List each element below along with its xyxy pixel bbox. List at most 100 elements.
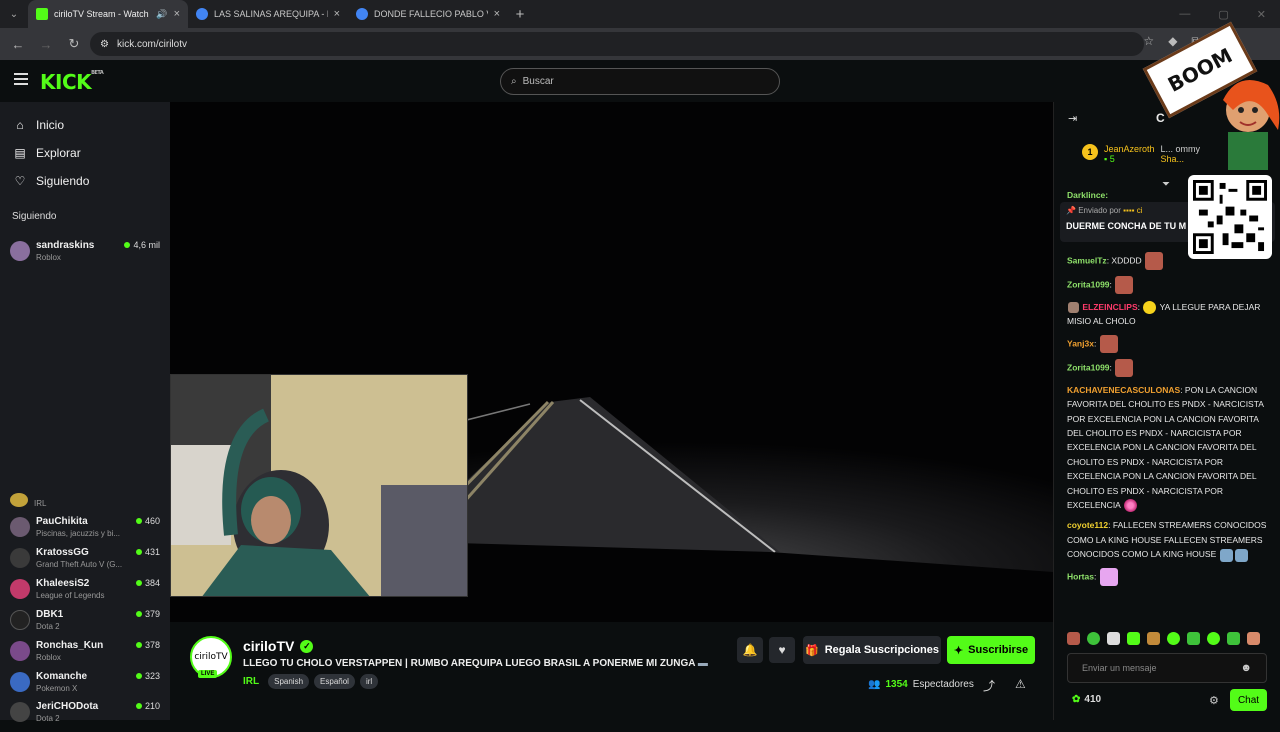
emote-icon[interactable] — [1107, 632, 1120, 645]
chat-username[interactable]: Zorita1099 — [1067, 362, 1110, 372]
extension-diamond-icon[interactable]: ◆ — [1168, 34, 1177, 49]
leader-entry[interactable]: JeanAzeroth ▪ 5 — [1104, 144, 1155, 164]
streamer-name-text: ciriloTV — [243, 638, 295, 654]
quick-emote-bar — [1067, 632, 1260, 645]
streamer-name[interactable]: ciriloTV ✓ — [243, 638, 314, 654]
sidebar-item-explorar[interactable]: ▤ Explorar — [0, 139, 170, 167]
forward-arrow-icon[interactable]: → — [34, 32, 58, 56]
emote-icon[interactable] — [1067, 632, 1080, 645]
live-dot-icon — [135, 703, 142, 709]
collapse-chat-icon[interactable]: ⇥ — [1068, 112, 1077, 125]
share-icon[interactable]: ⤴ — [983, 677, 995, 694]
chat-username[interactable]: KACHAVENECASCULONAS — [1067, 385, 1180, 395]
kick-logo[interactable]: KICKBETA — [40, 70, 104, 94]
chat-username[interactable]: Yanj3x — [1067, 338, 1094, 348]
emoji-picker-icon[interactable]: ☻ — [1240, 662, 1252, 674]
channel-category: Piscinas, jacuzzis y bi... — [36, 529, 121, 538]
minimize-icon[interactable]: — — [1179, 8, 1190, 21]
follow-heart-button[interactable]: ♥ — [769, 637, 795, 663]
browser-tab-1[interactable]: ciriloTV Stream - Watch Live 🔊 × — [28, 0, 188, 28]
sidebar-channel[interactable]: sandraskins Roblox 4,6 mil — [0, 240, 170, 271]
maximize-icon[interactable]: ▢ — [1218, 8, 1228, 21]
stream-tags: IRL Spanish Español irl — [243, 674, 379, 689]
chat-username[interactable]: ELZEINCLIPS — [1082, 302, 1137, 312]
sidebar-channel[interactable]: DBK1 Dota 2 379 — [0, 609, 170, 640]
browser-tab-3[interactable]: DONDE FALLECIO PABLO VERGARA × — [348, 0, 508, 28]
emote-icon — [1123, 499, 1137, 513]
channel-points[interactable]: ✿ 410 — [1072, 694, 1101, 705]
sidebar-channel[interactable]: KhaleesiS2 League of Legends 384 — [0, 578, 170, 609]
sidebar-channel[interactable]: Komanche Pokemon X 323 — [0, 671, 170, 702]
emote-icon[interactable] — [1087, 632, 1100, 645]
subscribe-button[interactable]: ✦ Suscribirse — [947, 636, 1035, 664]
emote-icon — [1145, 252, 1164, 270]
sidebar-channel[interactable]: KratossGG Grand Theft Auto V (G... 431 — [0, 547, 170, 578]
emote-icon — [1099, 334, 1118, 353]
emote-icon[interactable] — [1227, 632, 1240, 645]
sidebar-item-inicio[interactable]: ⌂ Inicio — [0, 111, 170, 139]
sidebar-channel[interactable]: JeriCHODota Dota 2 210 — [0, 701, 170, 732]
speaker-icon[interactable]: 🔊 — [156, 9, 167, 20]
tab-close-icon[interactable]: × — [174, 8, 180, 20]
emote-icon[interactable] — [1187, 632, 1200, 645]
sidebar-item-siguiendo[interactable]: ♡ Siguiendo — [0, 167, 170, 195]
avatar — [10, 517, 30, 537]
chat-username[interactable]: Hortas — [1067, 571, 1094, 581]
kick-favicon-icon — [36, 8, 48, 20]
avatar-text: ciriloTV — [194, 652, 228, 662]
emote-icon[interactable] — [1127, 632, 1140, 645]
address-bar[interactable]: ⚙ kick.com/cirilotv — [90, 32, 1144, 56]
chat-username[interactable]: SamuelTz — [1067, 255, 1107, 265]
chat-username[interactable]: Zorita1099 — [1067, 279, 1110, 289]
tag-irl[interactable]: irl — [359, 674, 379, 689]
search-input[interactable]: ⌕ Buscar — [500, 68, 780, 95]
browser-tab-bar: ⌄ ciriloTV Stream - Watch Live 🔊 × LAS S… — [0, 0, 1280, 28]
chat-message: Yanj3x: — [1067, 334, 1272, 353]
channel-name: sandraskins — [36, 240, 95, 251]
chat-settings-gear-icon[interactable]: ⚙ — [1209, 694, 1219, 707]
chat-message: KACHAVENECASCULONAS: PON LA CANCION FAVO… — [1067, 383, 1272, 513]
points-value: 410 — [1084, 694, 1102, 705]
gift-subs-button[interactable]: 🎁 Regala Suscripciones — [803, 636, 941, 664]
menu-hamburger-icon[interactable] — [14, 73, 28, 85]
reload-icon[interactable]: ↻ — [62, 32, 86, 56]
qr-code-overlay — [1188, 175, 1272, 259]
new-tab-button[interactable]: + — [508, 6, 532, 23]
emote-icon[interactable] — [1147, 632, 1160, 645]
tab-title: ciriloTV Stream - Watch Live — [54, 9, 150, 19]
browser-tab-2[interactable]: LAS SALINAS AREQUIPA - Buscar × — [188, 0, 348, 28]
emote-icon[interactable] — [1167, 632, 1180, 645]
tag-espanol[interactable]: Español — [314, 674, 355, 689]
tag-spanish[interactable]: Spanish — [268, 674, 310, 689]
site-settings-icon[interactable]: ⚙ — [100, 39, 109, 50]
emote-icon — [1115, 358, 1134, 377]
rank-badge: 1 — [1082, 144, 1098, 160]
notification-bell-button[interactable]: 🔔 — [737, 637, 763, 663]
tab-close-icon[interactable]: × — [334, 8, 340, 20]
chat-username[interactable]: coyote112 — [1067, 520, 1108, 530]
chat-messages: SamuelTz: XDDDD Zorita1099: ELZEINCLIPS:… — [1067, 252, 1272, 592]
back-arrow-icon[interactable]: ← — [6, 32, 30, 56]
leader-entry[interactable]: L... ommy Sha... — [1161, 144, 1201, 164]
chat-filter-icon[interactable]: ⏷ — [1162, 179, 1170, 190]
window-close-icon[interactable]: ✕ — [1257, 8, 1266, 21]
video-player[interactable] — [170, 102, 1053, 622]
sidebar-channel[interactable]: Ronchas_Kun Roblox 378 — [0, 640, 170, 671]
send-chat-button[interactable]: Chat — [1230, 689, 1267, 711]
avatar — [10, 579, 30, 599]
qr-code-icon — [1193, 180, 1267, 254]
emote-icon[interactable] — [1247, 632, 1260, 645]
tab-search-chevron-icon[interactable]: ⌄ — [0, 0, 28, 28]
avatar — [10, 241, 30, 261]
emote-icon — [1115, 276, 1134, 294]
category-link[interactable]: IRL — [243, 676, 259, 687]
chat-message-input[interactable]: Enviar un mensaje ☻ — [1067, 653, 1267, 683]
channel-category: Roblox — [36, 253, 61, 262]
bookmark-star-icon[interactable]: ☆ — [1143, 34, 1154, 49]
sidebar-channel[interactable]: PauChikita Piscinas, jacuzzis y bi... 460 — [0, 516, 170, 547]
viewer-count: 379 — [135, 609, 160, 619]
tab-close-icon[interactable]: × — [494, 8, 500, 20]
emote-icon[interactable] — [1207, 632, 1220, 645]
report-warning-icon[interactable]: ⚠ — [1015, 677, 1026, 691]
google-favicon-icon — [356, 8, 368, 20]
